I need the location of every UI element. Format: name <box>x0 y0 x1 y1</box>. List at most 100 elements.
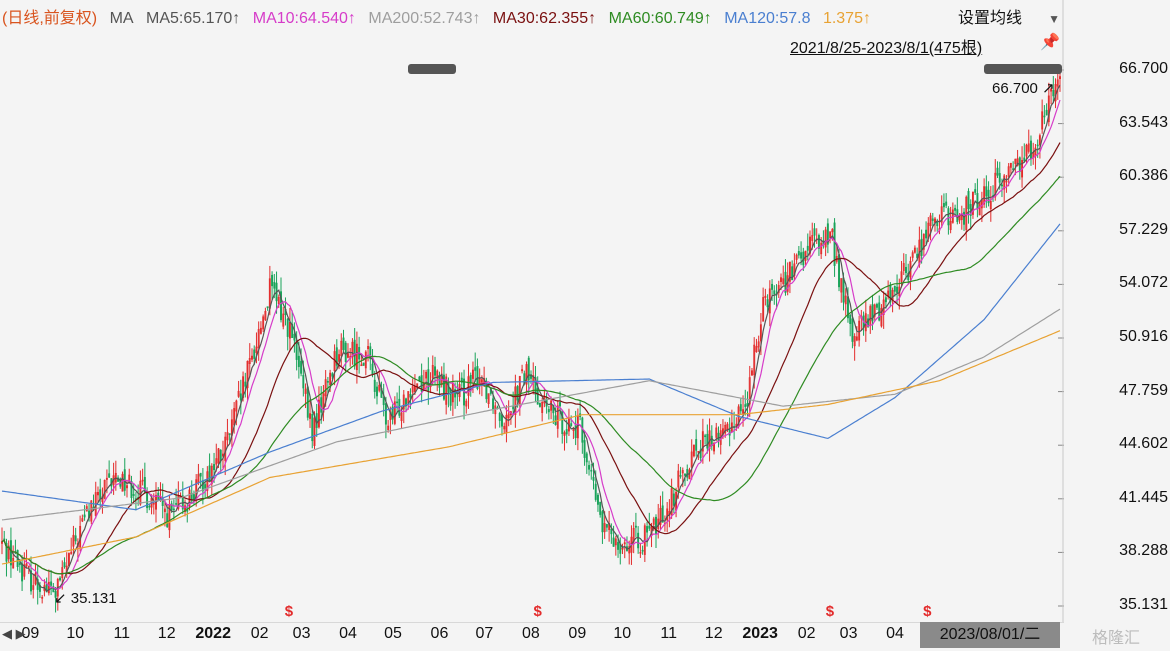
x-tick-label: 02 <box>797 625 816 642</box>
candle-body <box>175 503 178 505</box>
candle-body <box>449 388 452 406</box>
candle-body <box>331 373 334 377</box>
candle-body <box>976 193 979 210</box>
candle-body <box>204 484 207 489</box>
candle-body <box>108 473 111 478</box>
candle-body <box>492 398 495 411</box>
candle-body <box>648 525 651 529</box>
candle-body <box>271 274 274 287</box>
y-tick-label: 38.288 <box>1119 542 1168 560</box>
low-annotation: ↙ 35.131 <box>54 590 117 607</box>
candle-body <box>706 433 709 449</box>
candle-body <box>800 252 803 259</box>
candle-body <box>679 475 682 477</box>
dividend-marker: $ <box>826 603 835 620</box>
x-axis: 09 10 11 12 2022 02 03 04 05 06 07 08 09 10 11 12 2023 02… <box>0 622 1064 651</box>
candle-body <box>18 562 21 566</box>
candle-body <box>637 532 640 549</box>
x-tick-label: 2023 <box>742 625 778 642</box>
candle-body <box>896 286 899 293</box>
candle-body <box>1023 157 1026 162</box>
candle-body <box>166 513 169 527</box>
candle-body <box>63 562 66 568</box>
candle-body <box>344 342 347 362</box>
candle-body <box>326 381 329 383</box>
cursor-date-label: 2023/08/01/二 <box>920 622 1060 648</box>
candle-body <box>300 360 303 374</box>
candle-body <box>516 386 519 401</box>
candle-body <box>925 229 928 239</box>
high-annotation: 66.700 ↗ <box>992 80 1055 97</box>
candle-body <box>293 333 296 341</box>
y-tick-label: 35.131 <box>1119 596 1168 613</box>
x-tick-label: 09 <box>568 625 587 642</box>
candle-body <box>362 362 365 366</box>
ma-line-ma250 <box>1 330 1061 565</box>
candle-body <box>672 493 675 506</box>
candle-body <box>646 526 649 533</box>
candle-body <box>920 238 923 256</box>
candle-body <box>851 318 854 342</box>
candle-body <box>717 432 720 441</box>
candle-body <box>842 277 845 303</box>
candle-body <box>590 469 593 472</box>
candle-body <box>244 381 247 387</box>
candle-body <box>427 369 430 392</box>
candle-body <box>405 398 407 405</box>
candle-body <box>695 439 698 451</box>
candle-body <box>574 424 577 439</box>
x-tick-label: 06 <box>430 625 449 642</box>
candle-body <box>253 349 256 359</box>
dividend-marker: $ <box>533 603 542 620</box>
candle-body <box>21 563 24 582</box>
ma-line-ma5 <box>1 84 1061 593</box>
candle-body <box>905 266 907 273</box>
candle-body <box>893 286 896 292</box>
candle-body <box>353 339 356 367</box>
candle-body <box>610 528 613 535</box>
price-chart[interactable]: 66.700 ↗ ↙ 35.131 $ $ $ $ <box>0 0 1064 622</box>
candle-body <box>132 494 135 496</box>
candle-body <box>833 222 836 266</box>
candle-body <box>382 397 385 406</box>
x-tick-label: 07 <box>475 625 494 642</box>
candle-body <box>498 413 501 421</box>
candle-body <box>641 549 644 552</box>
candle-body <box>434 366 436 376</box>
candle-body <box>585 453 588 463</box>
x-tick-label: 02 <box>250 625 269 642</box>
scroll-arrows-icon[interactable]: ◀ ▶ <box>2 626 26 642</box>
ma-line-ma30 <box>1 142 1061 575</box>
candle-body <box>771 283 774 290</box>
candle-body <box>945 201 948 206</box>
candle-body <box>373 379 376 392</box>
candle-body <box>684 473 686 476</box>
candle-body <box>213 464 216 471</box>
candle-body <box>817 235 820 249</box>
candle-body <box>538 402 541 407</box>
x-tick-label: 04 <box>339 625 357 642</box>
candle-body <box>985 186 988 197</box>
candle-body <box>469 374 472 384</box>
candle-body <box>302 375 305 389</box>
watermark-logo: 格隆汇 <box>1092 630 1141 647</box>
redacted-mark <box>408 64 456 74</box>
candle-body <box>634 525 637 528</box>
candle-body <box>739 404 742 412</box>
candle-body <box>1000 184 1003 187</box>
x-tick-label: 11 <box>660 625 678 642</box>
candle-body <box>266 306 269 308</box>
candle-body <box>59 577 62 581</box>
candle-body <box>974 189 977 193</box>
candle-body <box>942 203 945 208</box>
y-axis: 66.700 63.543 60.386 57.229 54.072 50.916 47.7… <box>1064 60 1170 620</box>
candle-body <box>1030 140 1032 160</box>
y-tick-label: 66.700 <box>1119 60 1168 77</box>
y-tick-label: 63.543 <box>1119 113 1168 131</box>
candle-body <box>297 355 300 368</box>
x-tick-label: 2022 <box>195 625 231 642</box>
candle-body <box>239 393 242 401</box>
candle-body <box>83 514 86 518</box>
candle-body <box>559 402 561 407</box>
candle-body <box>9 540 12 566</box>
